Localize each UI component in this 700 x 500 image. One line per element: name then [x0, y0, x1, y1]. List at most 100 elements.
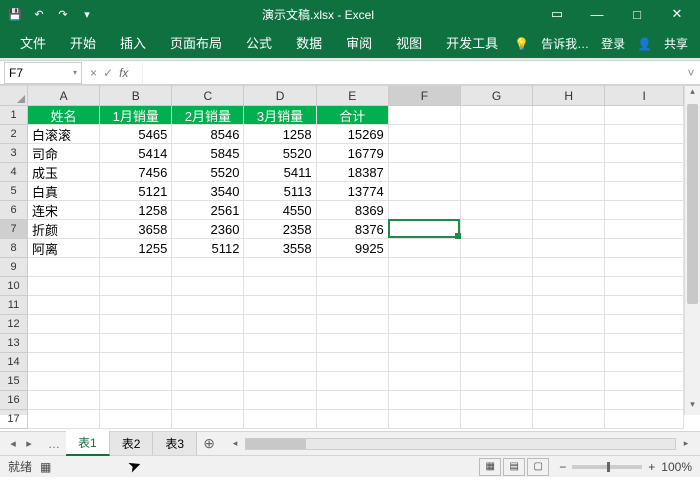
row-header-3[interactable]: 3: [0, 144, 28, 163]
cell-H15[interactable]: [533, 372, 605, 391]
cell-G6[interactable]: [461, 201, 533, 220]
cell-I3[interactable]: [605, 144, 684, 163]
cell-C16[interactable]: [172, 391, 244, 410]
cell-E10[interactable]: [317, 277, 389, 296]
cell-A6[interactable]: 连宋: [28, 201, 100, 220]
cell-D10[interactable]: [244, 277, 316, 296]
cell-E2[interactable]: 15269: [317, 125, 389, 144]
cell-D3[interactable]: 5520: [244, 144, 316, 163]
cell-D17[interactable]: [244, 410, 316, 429]
redo-icon[interactable]: ↷: [52, 3, 74, 25]
cell-G16[interactable]: [461, 391, 533, 410]
zoom-slider[interactable]: [572, 465, 642, 469]
cell-B5[interactable]: 5121: [100, 182, 172, 201]
cell-F16[interactable]: [389, 391, 461, 410]
sheet-tab-3[interactable]: 表3: [153, 432, 197, 455]
cell-G7[interactable]: [461, 220, 533, 239]
hscroll-track[interactable]: [245, 438, 676, 450]
cell-H3[interactable]: [533, 144, 605, 163]
cell-F8[interactable]: [389, 239, 461, 258]
zoom-out-icon[interactable]: −: [559, 460, 566, 474]
sheet-tab-2[interactable]: 表2: [110, 432, 154, 455]
cell-B11[interactable]: [100, 296, 172, 315]
cell-E5[interactable]: 13774: [317, 182, 389, 201]
cell-B6[interactable]: 1258: [100, 201, 172, 220]
tell-me-button[interactable]: 告诉我…: [537, 33, 593, 54]
cell-E14[interactable]: [317, 353, 389, 372]
cell-D11[interactable]: [244, 296, 316, 315]
scroll-up-icon[interactable]: ▴: [685, 86, 700, 102]
cell-D14[interactable]: [244, 353, 316, 372]
cell-A3[interactable]: 司命: [28, 144, 100, 163]
cell-B14[interactable]: [100, 353, 172, 372]
cell-E12[interactable]: [317, 315, 389, 334]
cell-C12[interactable]: [172, 315, 244, 334]
page-layout-view-icon[interactable]: ▤: [503, 458, 525, 476]
cell-E11[interactable]: [317, 296, 389, 315]
cell-E13[interactable]: [317, 334, 389, 353]
cell-G8[interactable]: [461, 239, 533, 258]
tab-data[interactable]: 数据: [284, 27, 334, 58]
zoom-in-icon[interactable]: +: [648, 460, 655, 474]
cell-F17[interactable]: [389, 410, 461, 429]
cell-G5[interactable]: [461, 182, 533, 201]
cell-E4[interactable]: 18387: [317, 163, 389, 182]
row-header-10[interactable]: 10: [0, 277, 28, 296]
cell-B16[interactable]: [100, 391, 172, 410]
col-header-I[interactable]: I: [605, 86, 684, 106]
tab-page-layout[interactable]: 页面布局: [158, 27, 234, 58]
cell-G3[interactable]: [461, 144, 533, 163]
minimize-icon[interactable]: —: [578, 0, 616, 28]
cell-C11[interactable]: [172, 296, 244, 315]
name-box-dropdown-icon[interactable]: ▾: [73, 68, 77, 77]
hscroll-thumb[interactable]: [246, 439, 306, 449]
cell-I2[interactable]: [605, 125, 684, 144]
row-header-6[interactable]: 6: [0, 201, 28, 220]
formula-expand-icon[interactable]: ˅: [682, 66, 700, 80]
tab-view[interactable]: 视图: [384, 27, 434, 58]
cell-B7[interactable]: 3658: [100, 220, 172, 239]
cell-H13[interactable]: [533, 334, 605, 353]
cell-A10[interactable]: [28, 277, 100, 296]
cell-H5[interactable]: [533, 182, 605, 201]
macro-recorder-icon[interactable]: ▦: [40, 460, 51, 474]
row-header-12[interactable]: 12: [0, 315, 28, 334]
cell-G14[interactable]: [461, 353, 533, 372]
cell-C3[interactable]: 5845: [172, 144, 244, 163]
cell-C5[interactable]: 3540: [172, 182, 244, 201]
cell-C14[interactable]: [172, 353, 244, 372]
cell-F2[interactable]: [389, 125, 461, 144]
col-header-A[interactable]: A: [28, 86, 100, 106]
row-header-5[interactable]: 5: [0, 182, 28, 201]
cell-H17[interactable]: [533, 410, 605, 429]
row-header-16[interactable]: 16: [0, 391, 28, 410]
cell-C13[interactable]: [172, 334, 244, 353]
cell-G1[interactable]: [461, 106, 533, 125]
cell-E17[interactable]: [317, 410, 389, 429]
cell-E16[interactable]: [317, 391, 389, 410]
cell-D8[interactable]: 3558: [244, 239, 316, 258]
cell-I9[interactable]: [605, 258, 684, 277]
cell-I6[interactable]: [605, 201, 684, 220]
cell-D9[interactable]: [244, 258, 316, 277]
cell-I8[interactable]: [605, 239, 684, 258]
cell-H10[interactable]: [533, 277, 605, 296]
normal-view-icon[interactable]: ▦: [479, 458, 501, 476]
cell-E8[interactable]: 9925: [317, 239, 389, 258]
cell-E15[interactable]: [317, 372, 389, 391]
hscroll-right-icon[interactable]: ▸: [680, 438, 692, 449]
cell-H1[interactable]: [533, 106, 605, 125]
cell-G4[interactable]: [461, 163, 533, 182]
cell-I4[interactable]: [605, 163, 684, 182]
ribbon-options-icon[interactable]: ▭: [538, 0, 576, 28]
cell-G10[interactable]: [461, 277, 533, 296]
row-header-11[interactable]: 11: [0, 296, 28, 315]
cell-H6[interactable]: [533, 201, 605, 220]
cell-A17[interactable]: [28, 410, 100, 429]
cell-I12[interactable]: [605, 315, 684, 334]
row-headers[interactable]: 1234567891011121314151617: [0, 106, 28, 415]
cell-B9[interactable]: [100, 258, 172, 277]
col-header-C[interactable]: C: [172, 86, 244, 106]
cell-B13[interactable]: [100, 334, 172, 353]
cell-G15[interactable]: [461, 372, 533, 391]
